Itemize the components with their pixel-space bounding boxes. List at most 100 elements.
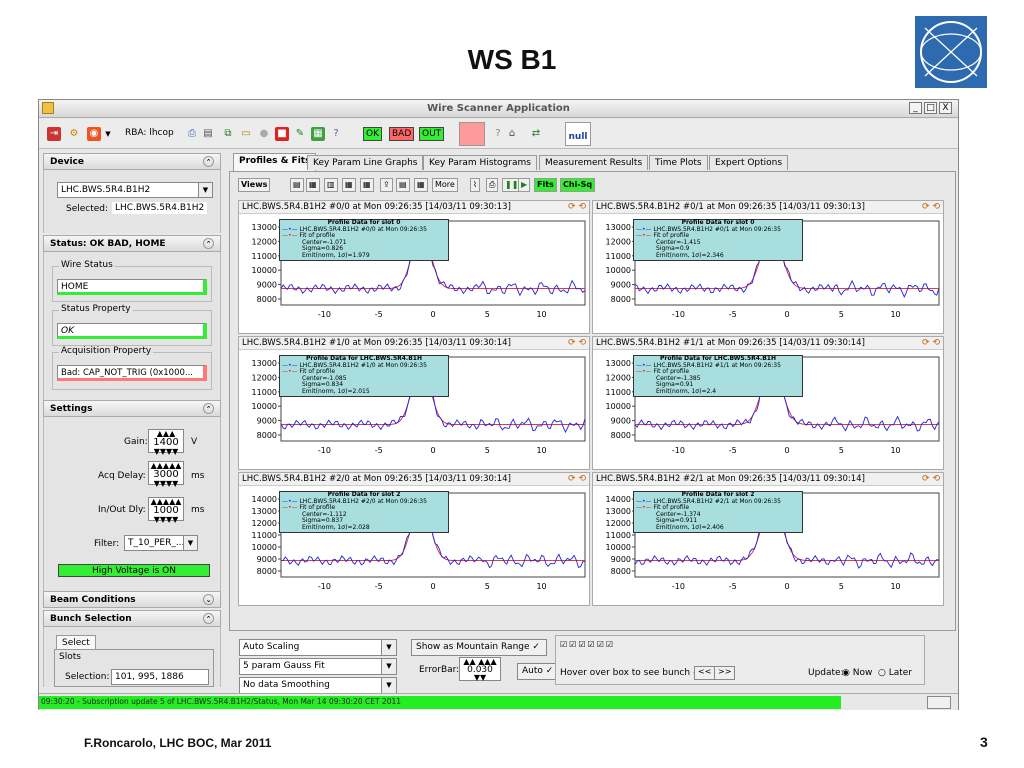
acq-delay-spinner[interactable]: ▲▲▲▲▲ 3000 ▼▼▼▼ <box>148 461 184 488</box>
profile-panel[interactable]: LHC.BWS.5R4.B1H2 #2/0 at Mon 09:26:35 [1… <box>238 472 590 606</box>
refresh-icon[interactable]: ⟳ ⟲ <box>922 202 940 212</box>
y-tick-label: 13000 <box>606 359 631 368</box>
connect-icon[interactable]: ⇄ <box>529 127 543 141</box>
maximize-button[interactable]: □ <box>924 102 937 114</box>
expand-icon[interactable]: ⌄ <box>203 594 214 605</box>
rba-icon[interactable]: ◉ <box>87 127 101 141</box>
prev-bunch-button[interactable]: << <box>694 666 716 680</box>
update-now-radio[interactable]: ◉ Now <box>842 668 872 678</box>
chevron-down-icon[interactable]: ▼ <box>198 183 212 197</box>
scan-icon[interactable] <box>459 122 485 146</box>
refresh-icon[interactable]: ⟳ ⟲ <box>568 474 586 484</box>
chevron-down-icon[interactable]: ▼ <box>381 659 396 674</box>
refresh-icon[interactable]: ⟳ ⟲ <box>922 338 940 348</box>
inout-delay-label: In/Out Dly: <box>98 505 146 515</box>
layout-3-icon[interactable]: ▥ <box>324 178 338 192</box>
help-icon[interactable]: ? <box>329 127 343 141</box>
errorbar-spinner[interactable]: ▲▲ ▲▲▲ 0.030 ▼▼ <box>459 657 501 682</box>
y-tick-label: 10000 <box>252 266 277 275</box>
high-voltage-indicator: High Voltage is ON <box>58 564 210 577</box>
fit-select[interactable]: 5 param Gauss Fit ▼ <box>239 658 397 675</box>
help-icon[interactable]: ? <box>491 127 505 141</box>
auto-button[interactable]: Auto ✓ <box>517 663 559 680</box>
settings-section-header[interactable]: Settings ⌃ <box>43 400 221 417</box>
tab-measurement-results[interactable]: Measurement Results <box>539 155 649 170</box>
chart-icon[interactable]: ⌇ <box>470 178 480 192</box>
bunch-selection-header[interactable]: Bunch Selection ⌃ <box>43 610 221 627</box>
fit-emittance-text: Emit(norm, 1σ)=1.979 <box>302 251 370 259</box>
smoothing-select[interactable]: No data Smoothing ▼ <box>239 677 397 694</box>
check-icon: ✓ <box>532 642 540 652</box>
collapse-icon[interactable]: ⌃ <box>203 156 214 167</box>
y-tick-label: 12000 <box>606 519 631 528</box>
filter-combo[interactable]: T_10_PER_... ▼ <box>124 535 198 551</box>
fits-toggle[interactable]: Fits <box>534 178 557 192</box>
save-icon[interactable]: ▤ <box>201 127 215 141</box>
grid-icon[interactable]: ▦ <box>414 178 428 192</box>
layout-1-icon[interactable]: ▤ <box>290 178 304 192</box>
fit-legend: Profile Data for slot 2 —•— LHC.BWS.5R4.B… <box>279 491 449 533</box>
profile-panel[interactable]: LHC.BWS.5R4.B1H2 #2/1 at Mon 09:26:35 [1… <box>592 472 944 606</box>
rocket-icon[interactable]: ⌂ <box>505 127 519 141</box>
gain-spinner[interactable]: ▲▲▲ 1400 ▼▼▼▼ <box>148 429 184 456</box>
chevron-down-icon[interactable]: ▼ <box>381 640 396 655</box>
network-icon[interactable]: ⧉ <box>221 127 235 141</box>
exit-icon[interactable]: ⇥ <box>47 127 61 141</box>
device-combo[interactable]: LHC.BWS.5R4.B1H2 ▼ <box>57 182 213 198</box>
resize-handle[interactable] <box>927 696 951 709</box>
print-icon[interactable]: ⎙ <box>486 178 499 192</box>
print-icon[interactable]: ⎙ <box>185 127 199 141</box>
stop-icon[interactable]: ■ <box>275 127 289 141</box>
device-section-header[interactable]: Device ⌃ <box>43 153 221 170</box>
layout-5-icon[interactable]: ▦ <box>360 178 374 192</box>
layout-2-icon[interactable]: ▦ <box>306 178 320 192</box>
minimize-button[interactable]: _ <box>909 102 922 114</box>
more-button[interactable]: More <box>432 178 458 192</box>
record-icon[interactable]: ● <box>257 127 271 141</box>
collapse-icon[interactable]: ⌃ <box>203 613 214 624</box>
play-icon[interactable]: ▶ <box>518 178 531 192</box>
chevron-down-icon[interactable]: ▼ <box>381 678 396 693</box>
x-tick-label: -5 <box>729 310 737 319</box>
collapse-icon[interactable]: ⌃ <box>203 403 214 414</box>
tab-profiles-fits[interactable]: Profiles & Fits <box>233 153 317 171</box>
next-bunch-button[interactable]: >> <box>714 666 736 680</box>
tab-expert-options[interactable]: Expert Options <box>709 155 789 170</box>
profile-panel[interactable]: LHC.BWS.5R4.B1H2 #1/1 at Mon 09:26:35 [1… <box>592 336 944 470</box>
collapse-icon[interactable]: ⌃ <box>203 238 214 249</box>
status-section-header[interactable]: Status: OK BAD, HOME ⌃ <box>43 235 221 252</box>
export-icon[interactable]: ⇪ <box>380 178 393 192</box>
bunch-box-panel: ☑☑☑☑☑☑ Hover over box to see bunch # << … <box>555 635 925 685</box>
profile-panel[interactable]: LHC.BWS.5R4.B1H2 #0/1 at Mon 09:26:35 [1… <box>592 200 944 334</box>
chisq-toggle[interactable]: Chi-Sq <box>560 178 596 192</box>
views-button[interactable]: Views <box>238 178 271 192</box>
tab-key-param-line-graphs[interactable]: Key Param Line Graphs <box>307 155 424 170</box>
refresh-icon[interactable]: ⟳ ⟲ <box>568 202 586 212</box>
profile-panel[interactable]: LHC.BWS.5R4.B1H2 #1/0 at Mon 09:26:35 [1… <box>238 336 590 470</box>
tab-select[interactable]: Select <box>56 635 96 649</box>
mountain-range-button[interactable]: Show as Mountain Range ✓ <box>411 639 547 656</box>
selection-input[interactable]: 101, 995, 1886 <box>111 669 209 685</box>
grid-icon[interactable]: ▦ <box>311 127 325 141</box>
null-button[interactable]: null <box>565 122 591 146</box>
layout-4-icon[interactable]: ▦ <box>342 178 356 192</box>
chevron-down-icon[interactable]: ▼ <box>101 127 115 141</box>
refresh-icon[interactable]: ⟳ ⟲ <box>568 338 586 348</box>
table-icon[interactable]: ▤ <box>396 178 410 192</box>
update-now-label: Now <box>852 668 873 678</box>
profile-panel[interactable]: LHC.BWS.5R4.B1H2 #0/0 at Mon 09:26:35 [1… <box>238 200 590 334</box>
settings-icon[interactable]: ⚙ <box>67 127 81 141</box>
tab-key-param-histograms[interactable]: Key Param Histograms <box>423 155 537 170</box>
beam-conditions-header[interactable]: Beam Conditions ⌄ <box>43 591 221 608</box>
update-later-radio[interactable]: ○ Later <box>878 668 912 678</box>
chevron-down-icon[interactable]: ▼ <box>183 536 197 550</box>
refresh-icon[interactable]: ⟳ ⟲ <box>922 474 940 484</box>
inout-delay-spinner[interactable]: ▲▲▲▲▲ 1000 ▼▼▼▼ <box>148 497 184 524</box>
x-tick-label: 5 <box>485 446 490 455</box>
folder-icon[interactable]: ▭ <box>239 127 253 141</box>
tools-icon[interactable]: ✎ <box>293 127 307 141</box>
tab-time-plots[interactable]: Time Plots <box>649 155 708 170</box>
close-button[interactable]: X <box>939 102 952 114</box>
scaling-select[interactable]: Auto Scaling ▼ <box>239 639 397 656</box>
bunch-checkboxes[interactable]: ☑☑☑☑☑☑ <box>560 640 615 649</box>
